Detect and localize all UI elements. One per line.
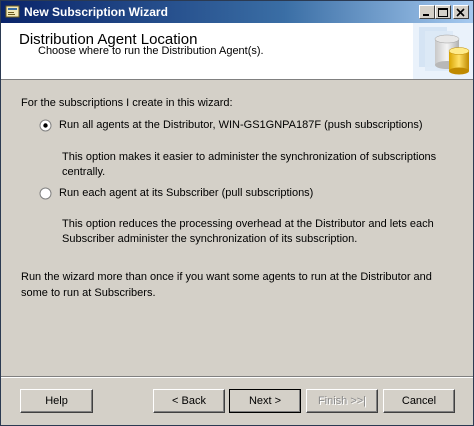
radio-selected-icon[interactable] <box>39 119 52 132</box>
intro-text: For the subscriptions I create in this w… <box>21 97 233 109</box>
cancel-button[interactable]: Cancel <box>383 389 455 413</box>
button-separator <box>1 376 473 378</box>
wizard-note: Run the wizard more than once if you wan… <box>21 271 432 299</box>
close-icon <box>456 8 465 17</box>
title-bar[interactable]: New Subscription Wizard <box>1 1 473 23</box>
option-pull-description: This option reduces the processing overh… <box>62 218 434 245</box>
page-subtitle: Choose where to run the Distribution Age… <box>38 45 264 57</box>
maximize-button[interactable] <box>435 5 451 19</box>
wizard-icon <box>5 4 21 20</box>
minimize-button[interactable] <box>419 5 435 19</box>
back-button[interactable]: < Back <box>153 389 225 413</box>
wizard-header: Distribution Agent Location Choose where… <box>1 23 473 80</box>
option-pull-label[interactable]: Run each agent at its Subscriber (pull s… <box>59 187 313 199</box>
window-title: New Subscription Wizard <box>24 5 168 19</box>
next-button[interactable]: Next > <box>229 389 301 413</box>
finish-button[interactable]: Finish >>| <box>306 389 378 413</box>
option-push-description: This option makes it easier to administe… <box>62 151 437 178</box>
minimize-icon <box>423 14 429 16</box>
option-push-label[interactable]: Run all agents at the Distributor, WIN-G… <box>59 119 423 131</box>
maximize-icon <box>438 8 448 17</box>
help-button[interactable]: Help <box>20 389 93 413</box>
database-subscription-art <box>413 23 473 79</box>
wizard-window: New Subscription Wizard Distribution Age… <box>0 0 474 426</box>
close-button[interactable] <box>453 5 469 19</box>
radio-unselected-icon[interactable] <box>39 187 52 200</box>
